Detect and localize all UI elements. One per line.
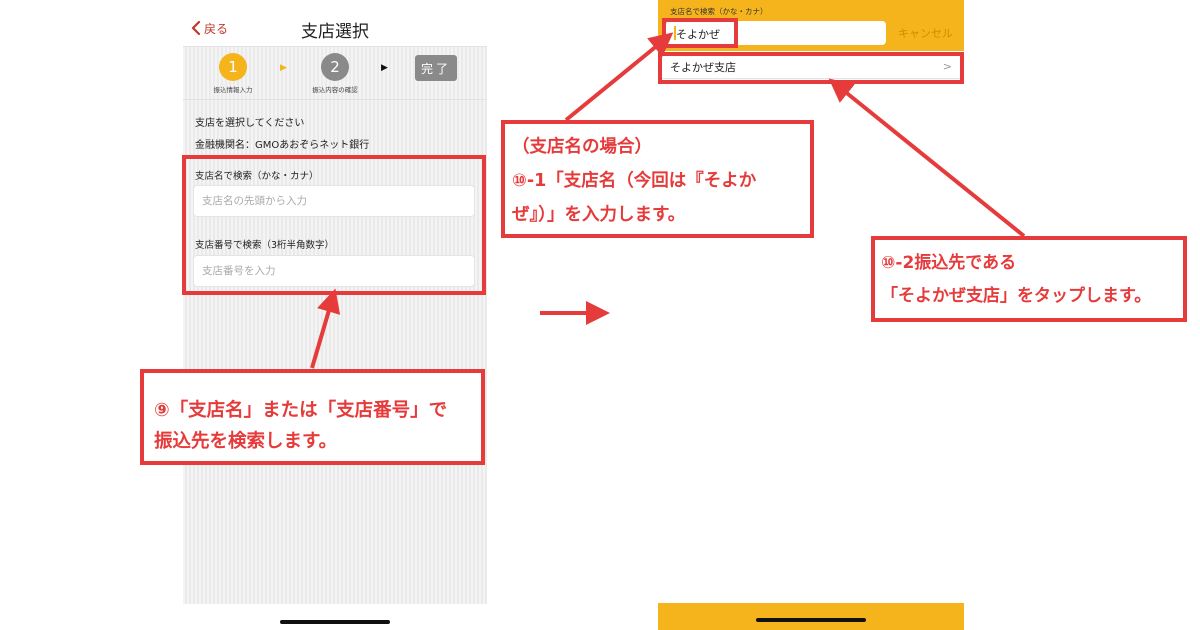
home-indicator[interactable] xyxy=(280,620,390,624)
result-item-highlight xyxy=(658,52,964,84)
callout-step9-line1: ⑨「支店名」または「支店番号」で xyxy=(154,400,448,421)
callout-step10-2-line1: ⑩-2振込先である xyxy=(881,253,1017,273)
callout-step10-2-line2: 「そよかぜ支店」をタップします。 xyxy=(881,286,1152,306)
bottom-bar xyxy=(658,603,964,630)
search-fields-highlight xyxy=(182,155,486,295)
step-1-circle: 1 xyxy=(219,53,247,81)
home-indicator[interactable] xyxy=(756,618,866,622)
callout-step10-2: ⑩-2振込先である 「そよかぜ支店」をタップします。 xyxy=(871,236,1187,322)
callout-step10-1-line1: （支店名の場合） xyxy=(512,137,652,157)
nav-header: 戻る 支店選択 xyxy=(183,0,487,46)
callout-step10-1-line2: ⑩-1「支店名（今回は『そよか xyxy=(512,171,757,191)
progress-steps: 1 振込情報入力 ▶ 2 振込内容の確認 ▶ 完了 xyxy=(183,46,487,100)
callout-step9-line2: 振込先を検索します。 xyxy=(154,431,338,452)
step-1: 1 振込情報入力 xyxy=(193,53,273,94)
step-2: 2 振込内容の確認 xyxy=(295,53,375,94)
step-2-label: 振込内容の確認 xyxy=(312,86,358,94)
bank-name: 金融機関名：GMOあおぞらネット銀行 xyxy=(195,140,370,151)
page-title: 支店選択 xyxy=(301,22,369,42)
callout-step10-1-line3: ぜ』）」を入力します。 xyxy=(512,205,686,225)
step-done-badge: 完了 xyxy=(415,55,457,81)
callout-step9: ⑨「支店名」または「支店番号」で 振込先を検索します。 xyxy=(140,369,485,465)
step-2-circle: 2 xyxy=(321,53,349,81)
search-label: 支店名で検索（かな・カナ） xyxy=(670,7,768,16)
arrow-step10-1 xyxy=(564,32,674,122)
callout-step10-1: （支店名の場合） ⑩-1「支店名（今回は『そよか ぜ』）」を入力します。 xyxy=(501,120,814,238)
left-phone-screen: 戻る 支店選択 1 振込情報入力 ▶ 2 振込内容の確認 ▶ 完了 支店を選択し… xyxy=(183,0,487,630)
select-prompt: 支店を選択してください xyxy=(195,118,305,129)
search-input-highlight xyxy=(662,18,738,48)
step-1-label: 振込情報入力 xyxy=(213,86,253,94)
step-arrow-2: ▶ xyxy=(381,63,388,73)
step-arrow-1: ▶ xyxy=(280,63,287,73)
cancel-button[interactable]: キャンセル xyxy=(898,25,953,41)
